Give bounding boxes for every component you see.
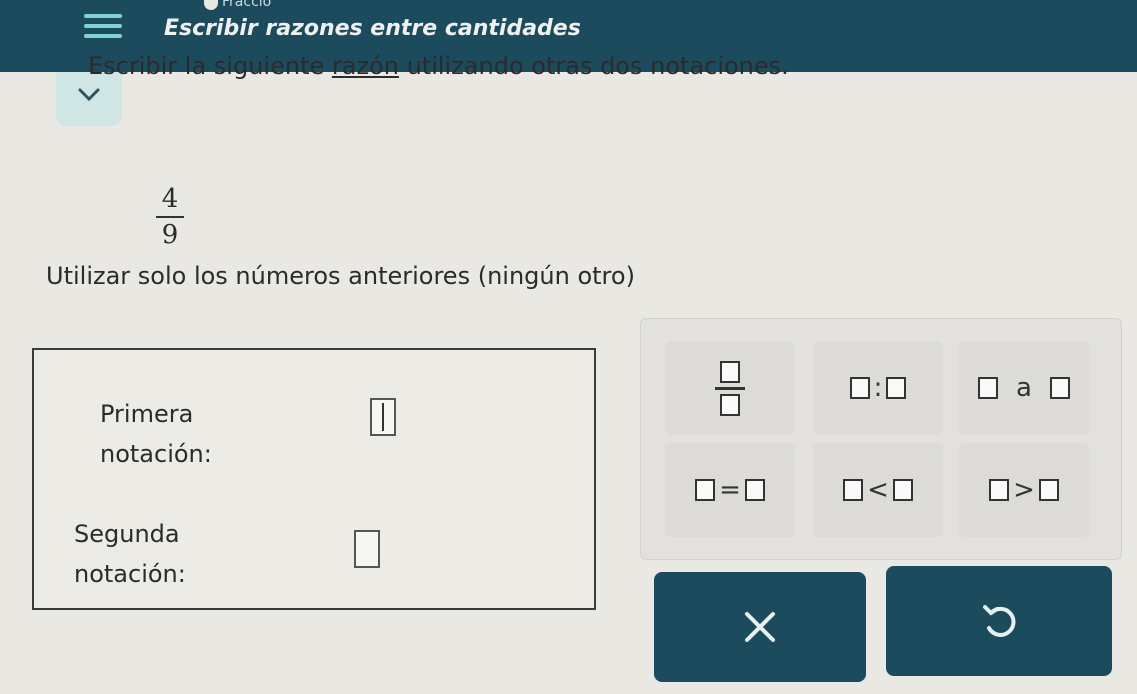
placeholder-box-icon (1049, 377, 1070, 399)
first-notation-label: Primera notación: (100, 394, 212, 474)
constraint-text: Utilizar solo los números anteriores (ni… (46, 262, 635, 290)
menu-icon[interactable] (84, 14, 122, 42)
equals-symbol: = (719, 475, 741, 505)
placeholder-box-icon (695, 479, 716, 501)
greater-than-key[interactable]: > (959, 443, 1089, 537)
undo-button[interactable] (886, 566, 1112, 676)
placeholder-box-icon (849, 377, 870, 399)
undo-icon (983, 605, 1016, 637)
text-cursor (382, 403, 384, 431)
instruction-before: Escribir la siguiente (88, 52, 332, 80)
clear-button[interactable] (654, 572, 866, 682)
placeholder-box-icon (978, 377, 999, 399)
placeholder-box-icon (1038, 479, 1059, 501)
fraction-bar-icon (715, 386, 745, 390)
ratio-numerator: 4 (161, 184, 179, 214)
colon-symbol: : (873, 373, 883, 403)
placeholder-box-icon (989, 479, 1010, 501)
collapse-toggle[interactable] (56, 72, 122, 126)
first-notation-input[interactable] (370, 398, 396, 436)
placeholder-box-icon (744, 479, 765, 501)
less-than-symbol: < (867, 475, 889, 505)
second-label-line1: Segunda (74, 520, 180, 548)
less-than-key[interactable]: < (813, 443, 943, 537)
a-word-key[interactable]: a (959, 341, 1089, 435)
second-label-line2: notación: (74, 560, 186, 588)
colon-key[interactable]: : (813, 341, 943, 435)
ratio-denominator: 9 (161, 220, 179, 250)
topic-dot-icon (204, 0, 218, 10)
fraction-key[interactable] (665, 341, 795, 435)
second-notation-label: Segunda notación: (74, 514, 186, 594)
razon-link[interactable]: razón (332, 52, 399, 80)
fraction-bar (156, 216, 184, 218)
placeholder-box-icon (892, 479, 913, 501)
notation-keypad: : a = < > (640, 318, 1122, 560)
page-title: Escribir razones entre cantidades (164, 16, 581, 41)
greater-than-symbol: > (1013, 475, 1035, 505)
first-label-line1: Primera (100, 400, 194, 428)
placeholder-box-icon (720, 360, 740, 383)
first-label-line2: notación: (100, 440, 212, 468)
second-notation-input[interactable] (354, 530, 380, 568)
instruction-text: Escribir la siguiente razón utilizando o… (88, 52, 789, 80)
topic-label: Fraccio (222, 0, 272, 10)
placeholder-box-icon (843, 479, 864, 501)
placeholder-box-icon (886, 377, 907, 399)
a-word-symbol: a (1016, 373, 1032, 403)
equals-key[interactable]: = (665, 443, 795, 537)
instruction-after: utilizando otras dos notaciones. (398, 52, 789, 80)
answer-panel: Primera notación: Segunda notación: (32, 348, 596, 610)
close-icon (745, 612, 775, 642)
chevron-down-icon (78, 88, 100, 102)
ratio-fraction: 4 9 (150, 184, 190, 250)
placeholder-box-icon (720, 393, 740, 416)
